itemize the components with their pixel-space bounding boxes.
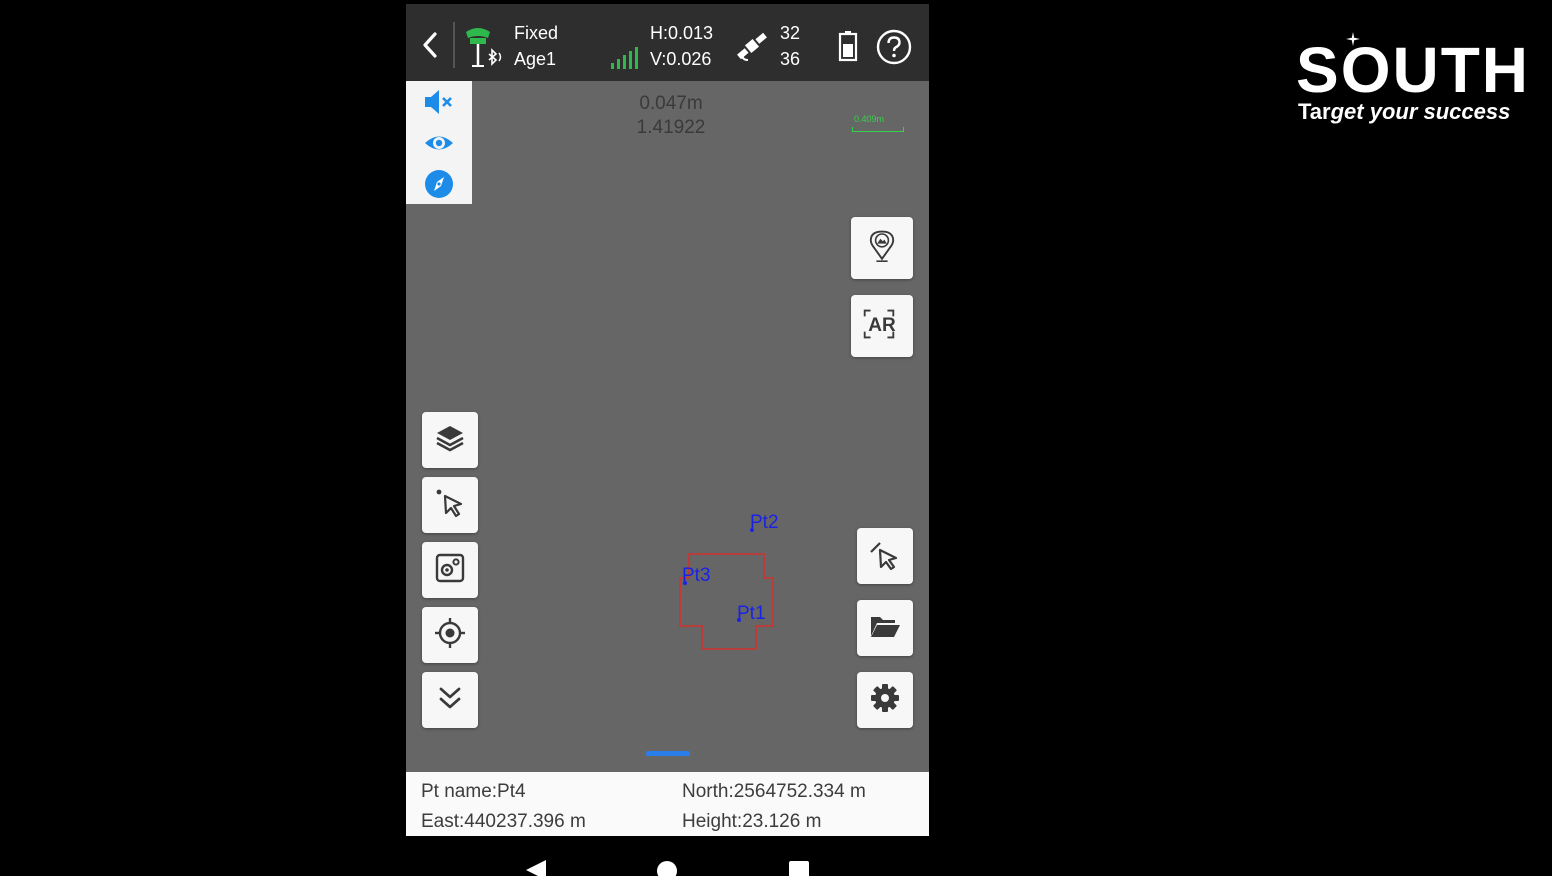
double-chevron-down-icon	[434, 682, 466, 719]
android-nav-bar	[406, 836, 929, 876]
back-icon[interactable]	[418, 30, 442, 60]
gnss-receiver-icon[interactable]	[462, 24, 506, 70]
tagline-bold: Tar	[1298, 99, 1331, 124]
location-pin-icon	[866, 230, 898, 267]
battery-icon	[838, 30, 858, 62]
map-view[interactable]: 0.047m 1.41922 0.409m AR Pt2 Pt3 Pt1	[406, 81, 929, 772]
folder-open-icon	[869, 610, 901, 647]
correction-age: Age1	[514, 49, 557, 69]
crosshair-icon	[434, 617, 466, 654]
north-coordinate: North:2564752.334 m	[682, 781, 866, 802]
tagline-rest: get your success	[1330, 99, 1511, 124]
height-value: Height:23.126 m	[682, 811, 822, 832]
ar-icon: AR	[863, 308, 901, 344]
tagline: Target your success	[1298, 100, 1510, 124]
open-file-button[interactable]	[857, 600, 913, 656]
measure-distance: 0.047m	[639, 93, 703, 114]
satellite-icon[interactable]	[734, 28, 770, 64]
bottom-sheet-handle[interactable]	[646, 751, 690, 756]
east-coordinate: East:440237.396 m	[421, 811, 586, 832]
fix-status: Fixed	[514, 23, 559, 43]
expand-more-button[interactable]	[422, 672, 478, 728]
settings-button[interactable]	[857, 672, 913, 728]
survey-polygon	[679, 528, 774, 650]
status-bar: Fixed Age1 H:0.013 V:0.026 32 36	[406, 4, 929, 81]
layers-button[interactable]	[422, 412, 478, 468]
logo-star-icon	[1346, 32, 1360, 46]
measurement-readout: 0.047m 1.41922	[606, 92, 736, 140]
phone-screen: Fixed Age1 H:0.013 V:0.026 32 36 0.047m …	[406, 4, 929, 876]
stakeout-point-button[interactable]	[851, 217, 913, 279]
divider	[453, 22, 455, 68]
scale-bar	[852, 127, 904, 132]
pointer-select-icon	[434, 487, 466, 524]
layers-icon	[434, 422, 466, 459]
compass-icon[interactable]	[423, 168, 455, 200]
point-label[interactable]: Pt1	[737, 603, 766, 625]
nav-recents-icon[interactable]	[788, 860, 810, 876]
nav-back-icon[interactable]	[524, 858, 548, 876]
map-quick-toggles	[406, 81, 472, 204]
measure-select-button[interactable]	[857, 528, 913, 584]
ar-label: AR	[868, 315, 896, 336]
help-icon[interactable]	[875, 28, 913, 66]
v-precision: V:0.026	[650, 49, 712, 69]
measure-ratio: 1.41922	[636, 117, 706, 138]
satellites-tracked: 36	[780, 49, 801, 69]
center-position-button[interactable]	[422, 607, 478, 663]
point-label[interactable]: Pt2	[750, 512, 779, 534]
scale-label: 0.409m	[854, 114, 885, 124]
brand-name: SOUTH	[1296, 34, 1530, 106]
map-pin-frame-icon	[434, 552, 466, 589]
h-precision: H:0.013	[650, 23, 714, 43]
point-label[interactable]: Pt3	[682, 565, 711, 587]
signal-strength-icon	[609, 46, 639, 70]
visibility-icon[interactable]	[423, 127, 455, 159]
point-name: Pt name:Pt4	[421, 781, 526, 802]
map-location-button[interactable]	[422, 542, 478, 598]
mute-icon[interactable]	[423, 86, 455, 118]
point-info-panel: Pt name:Pt4 North:2564752.334 m East:440…	[406, 772, 929, 836]
select-point-button[interactable]	[422, 477, 478, 533]
gear-icon	[869, 682, 901, 719]
south-logo: SOUTH Target your success	[1296, 32, 1536, 130]
ar-button[interactable]: AR	[851, 295, 913, 357]
nav-home-icon[interactable]	[656, 860, 678, 876]
satellites-used: 32	[780, 23, 801, 43]
pointer-line-icon	[869, 538, 901, 575]
